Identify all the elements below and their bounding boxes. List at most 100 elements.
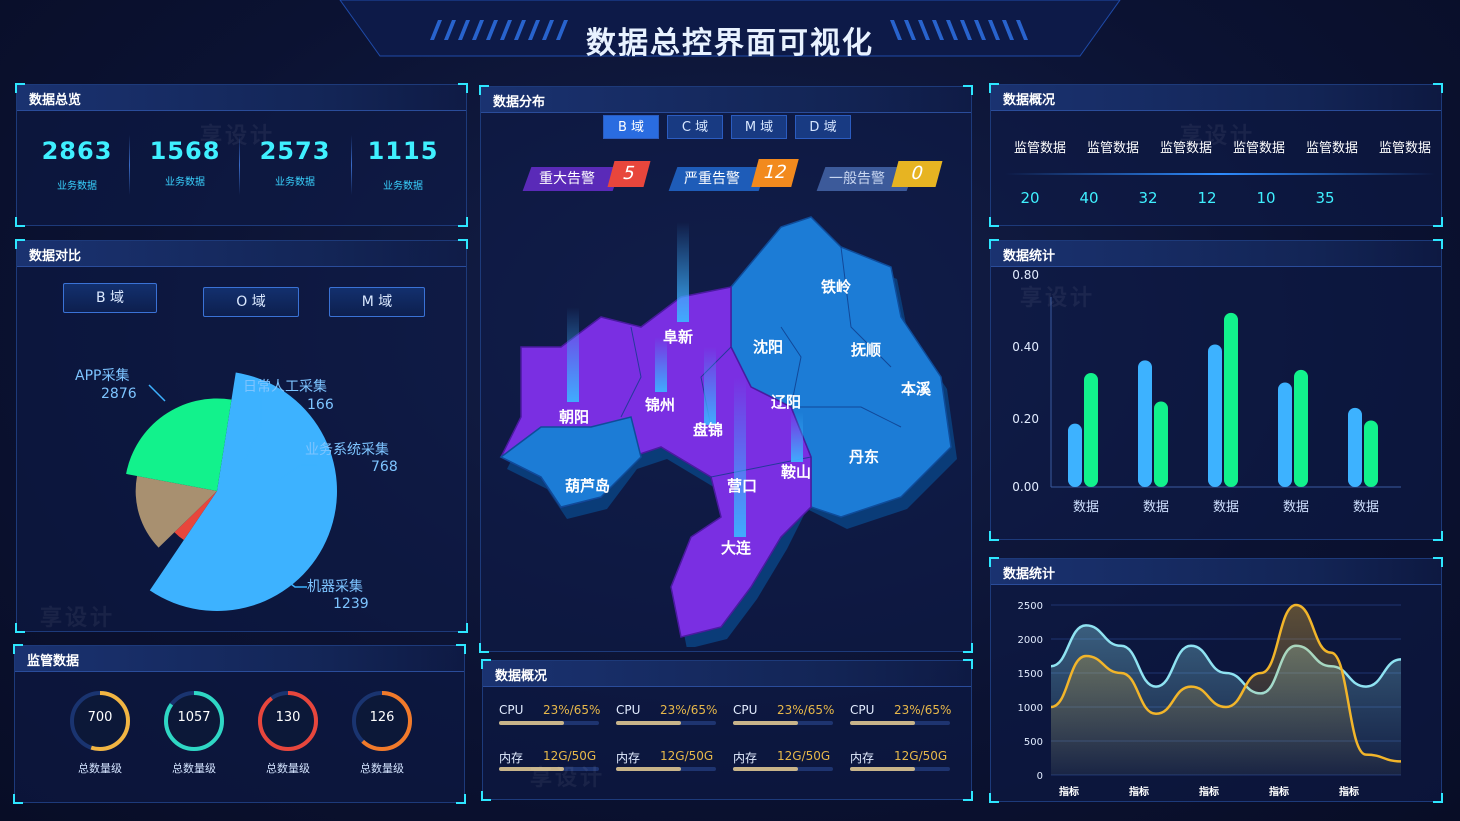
supervise-panel: 监管数据 700 总数量级 1057 总数量级 130 总数量级 126 总数量级 [13,644,466,804]
y-tick-label: 0.40 [1012,340,1039,354]
line-stats-panel: 数据统计 0 500 1000 1500 2000 2500 指标 指标 指标 指标 指标 [989,557,1443,803]
city-label: 锦州 [645,396,675,414]
metric-label: CPU [733,703,758,717]
panel-header: 数据总览 [17,85,466,111]
watermark: 享设计 [530,766,606,791]
city-label: 大连 [721,539,752,557]
ring-label: 总数量级 [172,762,216,775]
metric-bar-track [616,721,716,725]
bar [1208,344,1222,487]
compare-panel: 数据对比 B 域 O 域 M 域 APP采集 2876 日常人工采集 166 业… [15,239,468,633]
metric-value: 23%/65% [660,703,718,717]
y-tick-label: 1500 [1018,669,1043,680]
metric-bar-fill [616,767,681,771]
panel-header: 数据对比 [17,241,466,267]
panel-title: 数据统计 [1003,567,1056,582]
bar [1084,373,1098,487]
metric-bar-track [850,767,950,771]
panel-header: 数据概况 [991,85,1441,111]
map-tab-d[interactable]: D 域 [795,115,851,139]
data-beam [567,307,579,402]
x-tick-label: 指标 [1129,785,1149,798]
overview-label: 业务数据 [383,181,423,192]
ring-value: 1057 [177,710,211,725]
x-tick-label: 数据 [1143,500,1169,515]
x-tick-label: 指标 [1269,785,1289,798]
summary-values: 20 40 32 12 10 35 [1005,189,1435,211]
summary-panel: 数据概况 监管数据 监管数据 监管数据 监管数据 监管数据 监管数据 20 40 32 12 10… [989,83,1443,227]
summary-value: 40 [1079,189,1099,207]
distribution-panel: 数据分布 B 域 C 域 M 域 D 域 重大告警 5 严重告警 12 一般告警… [479,85,973,653]
watermark: 享设计 [40,606,116,631]
bar [1364,420,1378,487]
metric-label: CPU [499,703,524,717]
panel-header: 监管数据 [15,646,464,672]
watermark: 享设计 [1020,286,1096,311]
ring-value: 700 [87,710,113,725]
divider [351,135,352,195]
data-beam [677,222,689,322]
line-chart: 0 500 1000 1500 2000 2500 指标 指标 指标 指标 指标 [1018,601,1402,798]
tab-b-domain[interactable]: B 域 [63,283,157,313]
city-label: 朝阳 [559,408,589,426]
y-tick-label: 500 [1024,737,1043,748]
summary-value: 32 [1138,189,1158,207]
alert-count: 12 [751,159,799,187]
tab-m-domain[interactable]: M 域 [329,287,425,317]
metric-label: 内存 [616,751,641,765]
y-tick-label: 2500 [1018,601,1043,612]
overview-value: 1115 [367,137,439,165]
map-tab-c[interactable]: C 域 [667,115,723,139]
summary-header: 监管数据 [1378,141,1431,156]
metric-label: 内存 [733,751,758,765]
metric-bar-fill [850,721,915,725]
summary-value: 20 [1020,189,1040,207]
summary-value: 12 [1197,189,1217,207]
pie-slices [126,372,337,611]
y-tick-label: 0.00 [1012,480,1039,494]
metric-bar-fill [499,721,564,725]
city-label: 沈阳 [753,338,783,356]
panel-header: 数据概况 [483,661,971,687]
metric-bar-track [616,767,716,771]
metric-value: 23%/65% [894,703,952,717]
summary-value: 10 [1256,189,1276,207]
data-beam [791,412,803,462]
metric-value: 12G/50G [777,749,831,763]
map-tab-m[interactable]: M 域 [731,115,787,139]
watermark: 享设计 [200,124,276,149]
pie-label-name: 业务系统采集 [305,442,389,458]
metric-label: 内存 [499,751,524,765]
metric-bar-track [499,721,599,725]
metric-bar-fill [733,721,798,725]
ring-group: 700 总数量级 1057 总数量级 130 总数量级 126 总数量级 [15,686,466,796]
panel-header: 数据分布 [481,87,971,113]
alert-count: 0 [891,161,943,187]
city-label: 阜新 [663,328,693,346]
city-label: 辽阳 [771,393,801,411]
panel-title: 数据分布 [493,95,546,110]
panel-title: 数据对比 [29,249,82,264]
metric-value: 12G/50G [660,749,714,763]
overview-label: 业务数据 [275,177,315,188]
ring-gauge: 130 总数量级 [253,686,323,786]
alert-label: 严重告警 [684,171,740,187]
alert-label: 一般告警 [829,171,885,187]
alert-label: 重大告警 [539,171,595,187]
summary-header: 监管数据 [1086,141,1139,156]
ring-value: 126 [369,710,395,725]
panel-title: 数据统计 [1003,249,1056,264]
map-tab-b[interactable]: B 域 [603,115,659,139]
divider [129,135,130,195]
bar [1068,423,1082,487]
city-label: 鞍山 [781,463,811,481]
bar [1138,360,1152,487]
overview-label: 业务数据 [57,181,97,192]
ring-gauge: 1057 总数量级 [159,686,229,786]
panel-header: 数据统计 [991,559,1441,585]
alert-count: 5 [607,161,651,187]
tab-o-domain[interactable]: O 域 [203,287,299,317]
city-label: 抚顺 [851,341,881,359]
bar [1348,407,1362,487]
pie-label-name: APP采集 [75,368,130,384]
